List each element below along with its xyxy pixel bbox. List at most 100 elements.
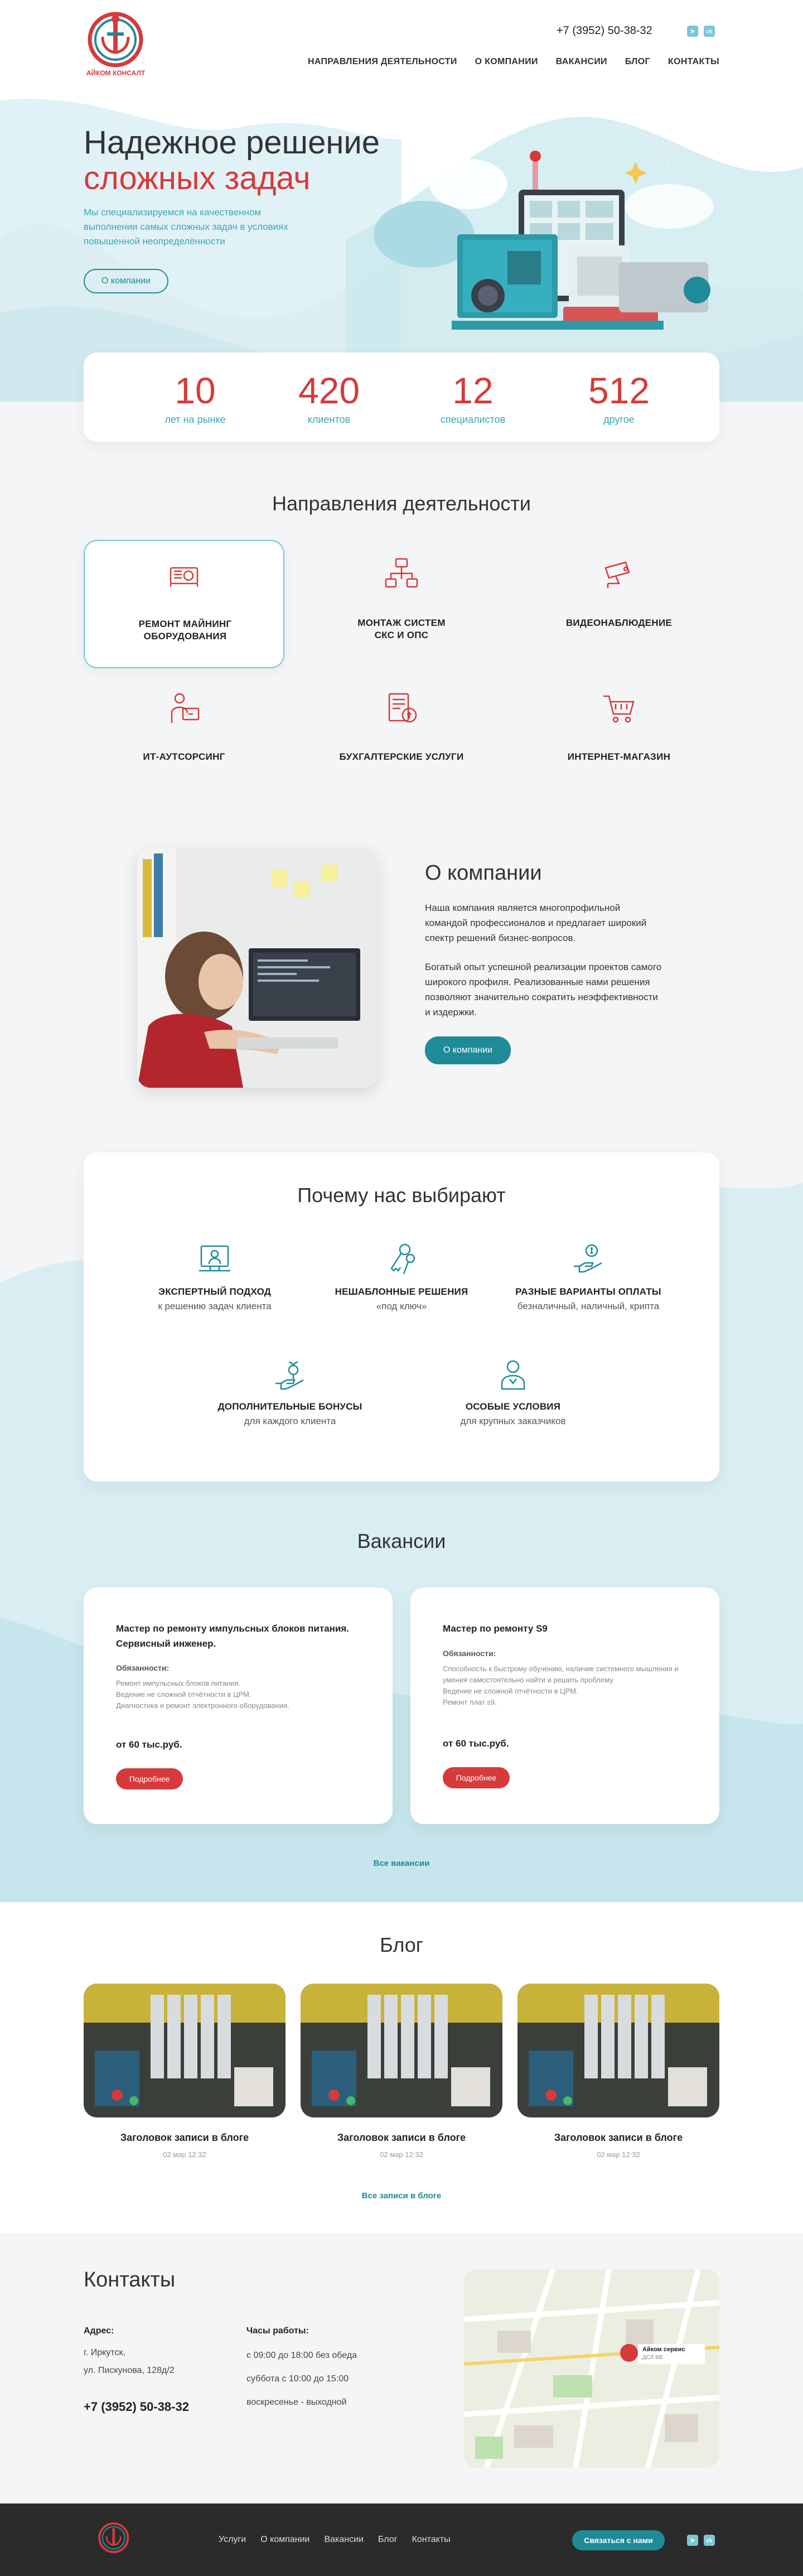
blog-post-title: Заголовок записи в блоге — [120, 2132, 249, 2143]
directions-title: Направления деятельности — [272, 492, 531, 515]
direction-mining-repair[interactable]: РЕМОНТ МАЙНИНГ ОБОРУДОВАНИЯ — [84, 540, 284, 668]
nav-vacancies[interactable]: ВАКАНСИИ — [556, 57, 607, 67]
bonus-plant-icon — [275, 1361, 304, 1390]
why-item-subtitle: для крупных заказчиков — [460, 1416, 566, 1426]
why-item-subtitle: безналичный, наличный, крипта — [517, 1301, 660, 1311]
hero-title: Надежное решение — [84, 124, 380, 161]
vacancy-duties-label: Обязанности: — [443, 1649, 496, 1658]
page: АЙКОМ КОНСАЛТ +7 (3952) 50-38-32 ➤ vk НА… — [0, 0, 803, 2576]
network-icon — [385, 558, 418, 588]
about-button[interactable]: О компании — [425, 1036, 511, 1064]
blog-image-illustration — [301, 1984, 502, 2117]
cctv-camera-icon — [604, 561, 630, 588]
blog-card[interactable]: Заголовок записи в блоге 02 мар 12:32 — [84, 1984, 286, 2159]
why-item-expert: ЭКСПЕРТНЫЙ ПОДХОД к решению задач клиент… — [131, 1242, 298, 1312]
stat-label: лет на рынке — [165, 414, 226, 425]
footer-nav-vacancies[interactable]: Вакансии — [324, 2535, 364, 2545]
direction-scs-install[interactable]: МОНТАЖ СИСТЕМ СКС И ОПС — [301, 540, 502, 668]
accounting-icon — [388, 693, 417, 723]
mining-rig-icon — [170, 567, 199, 587]
nav-blog[interactable]: БЛОГ — [625, 57, 650, 67]
vacancy-duties: Ремонт импульсных блоков питания. Ведени… — [116, 1679, 289, 1710]
stat-clients: 420 клиентов — [257, 369, 402, 426]
nav-directions[interactable]: НАПРАВЛЕНИЯ ДЕЯТЕЛЬНОСТИ — [308, 57, 457, 67]
address-value: г. Иркутск, ул. Пискунова, 128д/2 — [84, 2348, 175, 2375]
vacancy-salary: от 60 тыс.руб. — [443, 1738, 509, 1749]
company-logo[interactable]: АЙКОМ КОНСАЛТ — [84, 9, 148, 81]
vk-icon[interactable]: vk — [704, 26, 715, 37]
direction-label: МОНТАЖ СИСТЕМ СКС И ОПС — [357, 618, 446, 640]
telegram-icon[interactable]: ➤ — [687, 2535, 698, 2546]
stat-label: клиентов — [307, 414, 351, 425]
all-vacancies-link[interactable]: Все вакансии — [0, 1859, 803, 1868]
hours-value: с 09:00 до 18:00 без обеда суббота с 10:… — [246, 2351, 357, 2407]
why-us-panel: Почему нас выбирают ЭКСПЕРТНЫЙ ПОДХОД к … — [84, 1152, 719, 1482]
why-item-subtitle: к решению задач клиента — [158, 1301, 272, 1311]
contact-us-button[interactable]: Связаться с нами — [572, 2530, 665, 2550]
stat-value: 12 — [452, 370, 494, 411]
footer-logo-icon[interactable] — [96, 2518, 132, 2557]
stat-specialists: 12 специалистов — [400, 369, 545, 426]
blog-image — [517, 1984, 719, 2117]
map[interactable]: Айком сервис ДСЛ ВВ — [464, 2269, 719, 2468]
vacancy-duties: Способность к быстрому обучению, наличие… — [443, 1665, 679, 1706]
vacancy-card: Мастер по ремонту импульсных блоков пита… — [84, 1588, 393, 1824]
why-item-bonus: ДОПОЛНИТЕЛЬНЫЕ БОНУСЫ для каждого клиент… — [206, 1357, 374, 1427]
blog-post-date: 02 мар 12:32 — [597, 2150, 640, 2159]
blog-card[interactable]: Заголовок записи в блоге 02 мар 12:32 — [517, 1984, 719, 2159]
blog-image — [84, 1984, 286, 2117]
blog-post-title: Заголовок записи в блоге — [337, 2132, 466, 2143]
nav-contacts[interactable]: КОНТАКТЫ — [668, 57, 719, 67]
blog-image-illustration — [517, 1984, 719, 2117]
why-item-custom: НЕШАБЛОННЫЕ РЕШЕНИЯ «под ключ» — [318, 1242, 485, 1312]
footer-nav-contacts[interactable]: Контакты — [412, 2535, 451, 2545]
telegram-icon[interactable]: ➤ — [687, 26, 698, 37]
all-blog-posts-link[interactable]: Все записи в блоге — [0, 2191, 803, 2201]
stat-label: специалистов — [440, 414, 506, 425]
nav-about[interactable]: О КОМПАНИИ — [475, 57, 538, 67]
why-item-title: ЭКСПЕРТНЫЙ ПОДХОД — [158, 1286, 272, 1297]
vacancy-details-button[interactable]: Подробнее — [443, 1767, 510, 1788]
hero-title-accent: сложных задач — [84, 160, 311, 196]
direction-online-shop[interactable]: ИНТЕРНЕТ-МАГАЗИН — [519, 674, 719, 802]
blog-card[interactable]: Заголовок записи в блоге 02 мар 12:32 — [301, 1984, 502, 2159]
why-item-title: НЕШАБЛОННЫЕ РЕШЕНИЯ — [335, 1286, 468, 1297]
about-title: О компании — [425, 861, 542, 885]
direction-label: ИТ-АУТСОРСИНГ — [143, 751, 225, 762]
stats-panel: 10 лет на рынке 420 клиентов 12 специали… — [84, 353, 719, 442]
why-title: Почему нас выбирают — [297, 1184, 506, 1207]
header-phone[interactable]: +7 (3952) 50-38-32 — [557, 25, 652, 37]
footer-nav: Услуги О компании Вакансии Блог Контакты — [219, 2535, 451, 2545]
vk-icon[interactable]: vk — [704, 2535, 715, 2546]
payment-hand-icon — [574, 1244, 602, 1273]
hero-subtitle: Мы специализируемся на качественном выпо… — [84, 207, 288, 247]
vacancy-title: Мастер по ремонту S9 — [443, 1623, 548, 1634]
hero-about-button[interactable]: О компании — [84, 269, 168, 293]
direction-label: БУХГАЛТЕРСКИЕ УСЛУГИ — [339, 751, 464, 762]
stat-label: другое — [603, 414, 635, 425]
footer-nav-services[interactable]: Услуги — [219, 2535, 246, 2545]
stat-other: 512 другое — [546, 369, 691, 426]
it-support-icon — [171, 693, 200, 723]
direction-accounting[interactable]: БУХГАЛТЕРСКИЕ УСЛУГИ — [301, 674, 502, 802]
main-nav: НАПРАВЛЕНИЯ ДЕЯТЕЛЬНОСТИ О КОМПАНИИ ВАКА… — [308, 57, 719, 67]
shopping-cart-icon — [603, 695, 635, 723]
vacancies-title: Вакансии — [357, 1530, 446, 1552]
vacancy-duties-label: Обязанности: — [116, 1663, 170, 1672]
footer-nav-blog[interactable]: Блог — [378, 2535, 398, 2545]
direction-label: ИНТЕРНЕТ-МАГАЗИН — [567, 751, 671, 762]
contacts-phone[interactable]: +7 (3952) 50-38-32 — [84, 2400, 189, 2414]
logo-emblem-icon — [88, 12, 143, 67]
stat-value: 10 — [175, 370, 216, 411]
vacancy-details-button[interactable]: Подробнее — [116, 1768, 183, 1789]
why-item-title: РАЗНЫЕ ВАРИАНТЫ ОПЛАТЫ — [515, 1286, 661, 1297]
about-photo — [137, 848, 377, 1088]
vacancy-card: Мастер по ремонту S9 Обязанности: Способ… — [410, 1588, 719, 1824]
blog-post-date: 02 мар 12:32 — [380, 2150, 423, 2159]
footer-nav-about[interactable]: О компании — [260, 2535, 309, 2545]
direction-it-outsourcing[interactable]: ИТ-АУТСОРСИНГ — [84, 674, 284, 802]
site-header: АЙКОМ КОНСАЛТ +7 (3952) 50-38-32 ➤ vk НА… — [0, 0, 803, 84]
direction-label: ВИДЕОНАБЛЮДЕНИЕ — [565, 618, 673, 628]
direction-cctv[interactable]: ВИДЕОНАБЛЮДЕНИЕ — [519, 540, 719, 668]
why-item-payment: РАЗНЫЕ ВАРИАНТЫ ОПЛАТЫ безналичный, нали… — [505, 1242, 672, 1312]
